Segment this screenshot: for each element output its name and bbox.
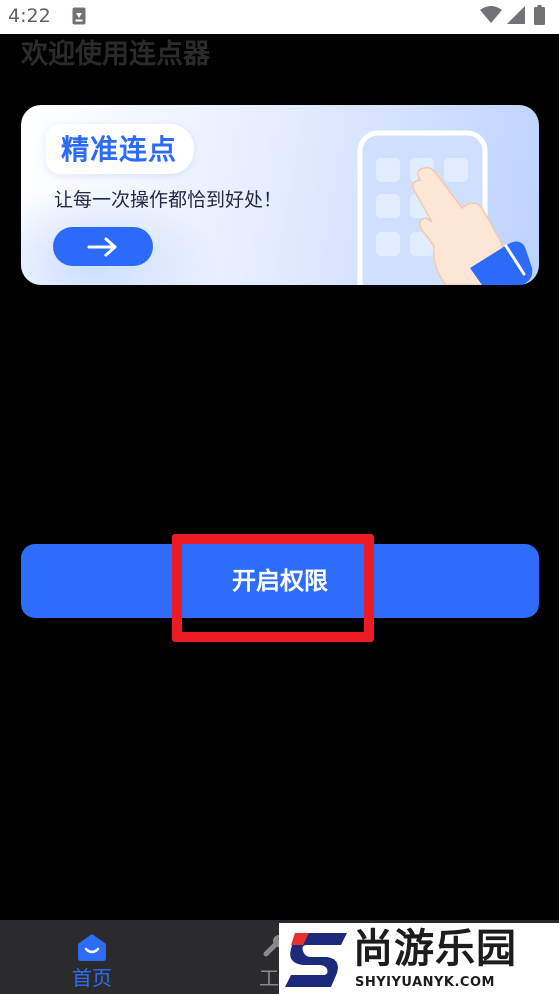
open-permission-button[interactable]: 开启权限 bbox=[21, 544, 539, 618]
watermark-url: SHYIYUANYK.COM bbox=[355, 975, 495, 990]
tab-home[interactable]: 首页 bbox=[52, 920, 132, 994]
site-watermark: 尚游乐园 SHYIYUANYK.COM bbox=[279, 923, 559, 994]
status-time: 4:22 bbox=[8, 5, 51, 27]
tap-hand-illustration bbox=[357, 130, 533, 285]
battery-icon bbox=[534, 5, 545, 25]
watermark-name: 尚游乐园 bbox=[353, 926, 517, 972]
watermark-logo bbox=[285, 933, 347, 987]
banner-subtitle: 让每一次操作都恰到好处！ bbox=[54, 189, 283, 211]
arrow-right-icon bbox=[87, 237, 117, 257]
tab-home-label: 首页 bbox=[72, 966, 112, 990]
notification-icon bbox=[72, 7, 86, 25]
tab-tools-label: 工 bbox=[259, 966, 279, 990]
status-bar: 4:22 bbox=[0, 0, 559, 34]
banner-arrow-button[interactable] bbox=[53, 227, 153, 266]
banner-heading: 精准连点 bbox=[61, 133, 178, 166]
signal-icon bbox=[507, 6, 525, 24]
page-title: 欢迎使用连点器 bbox=[21, 39, 210, 70]
home-icon bbox=[78, 934, 106, 961]
wifi-icon bbox=[480, 6, 502, 23]
